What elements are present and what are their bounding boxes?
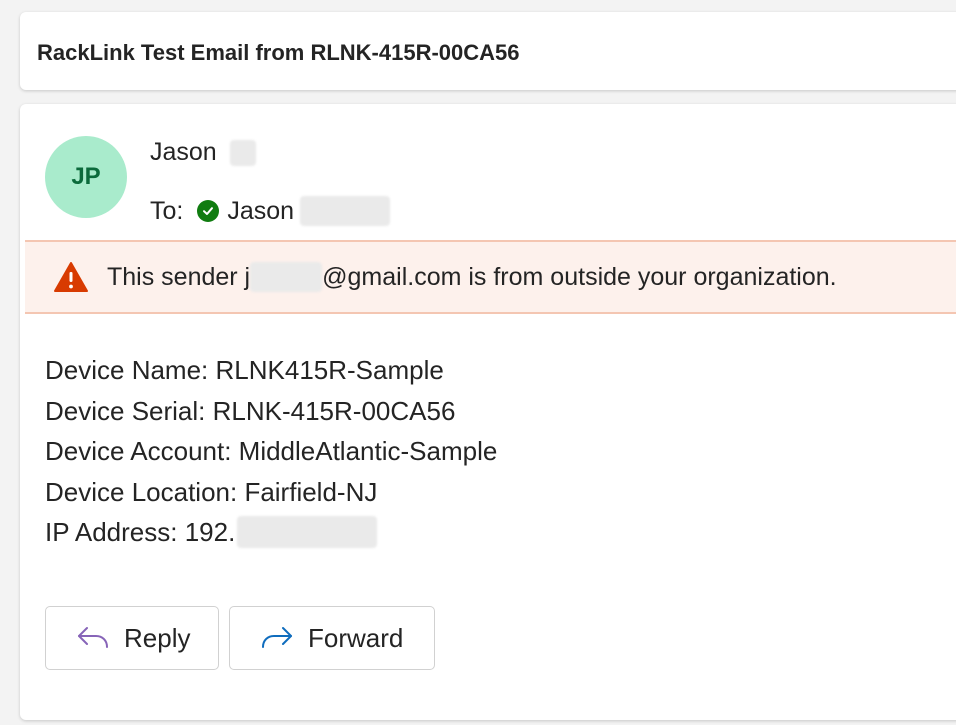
sender-name-line[interactable]: Jason bbox=[150, 138, 256, 167]
avatar-initials: JP bbox=[71, 163, 101, 190]
reply-arrow-icon bbox=[78, 627, 108, 648]
device-name-line: Device Name: RLNK415R-Sample bbox=[45, 355, 444, 385]
device-account-line: Device Account: MiddleAtlantic-Sample bbox=[45, 436, 498, 466]
forward-label: Forward bbox=[308, 622, 404, 653]
redacted-sender-surname bbox=[229, 140, 256, 167]
subject-header: RackLink Test Email from RLNK-415R-00CA5… bbox=[20, 12, 956, 90]
warning-message: This sender j @gmail.com is from outside… bbox=[107, 262, 837, 292]
redacted-recipient-surname bbox=[300, 196, 391, 226]
warning-triangle-icon bbox=[54, 262, 88, 292]
redacted-ip-address bbox=[237, 516, 378, 549]
external-sender-warning: This sender j @gmail.com is from outside… bbox=[25, 240, 956, 314]
device-serial-line: Device Serial: RLNK-415R-00CA56 bbox=[45, 395, 456, 426]
ip-address-prefix: IP Address: 192. bbox=[45, 517, 236, 547]
warning-text-start: This sender j bbox=[107, 262, 251, 291]
ip-address-line: IP Address: 192. bbox=[45, 512, 497, 553]
forward-button[interactable]: Forward bbox=[229, 606, 435, 670]
reply-button[interactable]: Reply bbox=[45, 606, 219, 670]
message-body: Device Name: RLNK415R-Sample Device Seri… bbox=[45, 350, 497, 553]
sender-avatar[interactable]: JP bbox=[45, 136, 127, 218]
recipient-line: To: Jason bbox=[150, 196, 391, 226]
forward-arrow-icon bbox=[262, 627, 292, 648]
device-location-line: Device Location: Fairfield-NJ bbox=[45, 476, 378, 507]
verified-check-icon bbox=[197, 200, 220, 222]
reply-label: Reply bbox=[124, 622, 191, 653]
to-label: To: bbox=[150, 196, 184, 225]
redacted-email-local-part bbox=[250, 262, 323, 292]
recipient-name[interactable]: Jason bbox=[227, 197, 294, 226]
message-card: JP Jason To: Jason This sender j @gmail.… bbox=[20, 104, 956, 720]
sender-name: Jason bbox=[150, 138, 217, 166]
warning-text-end: @gmail.com is from outside your organiza… bbox=[322, 262, 837, 291]
email-subject: RackLink Test Email from RLNK-415R-00CA5… bbox=[37, 40, 520, 65]
